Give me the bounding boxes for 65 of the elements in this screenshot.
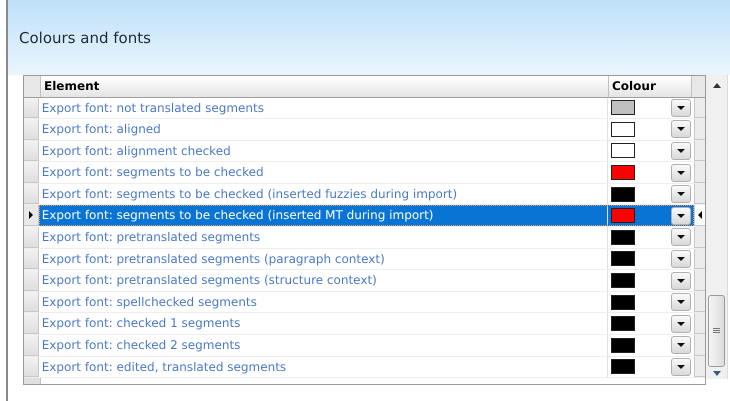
caret-icon	[676, 235, 685, 240]
dropdown-button[interactable]	[670, 272, 691, 290]
table-cell-text: Export font: pretranslated segments	[40, 229, 262, 246]
caret-icon	[676, 322, 685, 326]
dialog-title: Colours and fonts	[19, 28, 152, 49]
scrollbar[interactable]	[706, 74, 728, 378]
caret-icon	[676, 364, 685, 369]
dropdown-button[interactable]	[670, 336, 691, 354]
table-cell-text: Export font: pretranslated segments (structure context)	[40, 272, 378, 290]
grip-icon	[713, 328, 720, 334]
table-row[interactable]: Export font: pretranslated segments (structure context)	[38, 270, 694, 291]
caret-icon	[676, 300, 685, 304]
table-row[interactable]: Export font: pretranslated segments (paragraph context)	[38, 248, 694, 270]
row-header[interactable]	[694, 205, 705, 226]
caret-icon	[676, 256, 685, 261]
table-cell-text: Export font: segments to be checked	[40, 164, 265, 182]
dropdown-button[interactable]	[670, 250, 691, 268]
table-cell-text: Export font: checked 2 segments	[40, 337, 242, 354]
dropdown-button[interactable]	[670, 164, 691, 182]
table-row[interactable]: Export font: segments to be checked	[38, 162, 694, 183]
dropdown-button[interactable]	[670, 293, 691, 312]
table-row[interactable]: Export font: segments to be checked (inserted fuzzies during import)	[38, 184, 694, 204]
row-header[interactable]	[24, 205, 39, 226]
dropdown-button[interactable]	[670, 314, 691, 333]
dropdown-button[interactable]	[670, 98, 691, 117]
caret-icon	[676, 192, 685, 196]
scroll-up-icon[interactable]	[713, 82, 721, 88]
table-row[interactable]: Export font: checked 1 segments	[38, 313, 694, 334]
table-cell-text: Export font: segments to be checked (inserted fuzzies during import)	[40, 186, 458, 203]
column-header[interactable]: Element	[41, 76, 609, 96]
table-cell-text: Export font: pretranslated segments (paragraph context)	[40, 250, 386, 268]
table-row[interactable]: Export font: pretranslated segments	[38, 227, 694, 248]
caret-icon	[676, 127, 685, 132]
caret-icon	[676, 170, 685, 175]
dropdown-button[interactable]	[670, 206, 691, 225]
caret-icon	[676, 148, 685, 153]
dropdown-button[interactable]	[670, 142, 691, 160]
table-row[interactable]: Export font: aligned	[38, 119, 694, 140]
dropdown-button[interactable]	[670, 185, 691, 204]
table-row[interactable]: Export font: spellchecked segments	[38, 292, 694, 312]
table-cell-text: Export font: aligned	[40, 121, 162, 138]
dropdown-button[interactable]	[670, 358, 691, 376]
caret-icon	[676, 343, 685, 348]
table-cell-text: Export font: alignment checked	[40, 142, 232, 160]
current-row-icon	[698, 211, 702, 220]
table-row[interactable]: Export font: checked 2 segments	[38, 335, 694, 356]
table-cell-text: Export font: segments to be checked (inserted MT during import)	[40, 207, 434, 224]
table-cell-text: Export font: checked 1 segments	[40, 315, 242, 332]
table-row[interactable]: Export font: segments to be checked (inserted MT during import)	[38, 205, 694, 226]
table-cell-text: Export font: not translated segments	[40, 100, 265, 116]
table-row[interactable]: Export font: alignment checked	[38, 140, 694, 162]
scroll-down-icon[interactable]	[713, 370, 721, 376]
caret-icon	[676, 278, 685, 283]
current-row-icon	[28, 211, 33, 220]
caret-icon	[676, 106, 685, 110]
table-cell-text: Export font: edited, translated segments	[40, 358, 288, 376]
dropdown-button[interactable]	[670, 120, 691, 138]
table-row[interactable]: Export font: edited, translated segments	[38, 356, 694, 378]
table-cell-text: Export font: spellchecked segments	[40, 294, 258, 311]
header-filler	[692, 76, 705, 96]
table-row[interactable]: Export font: not translated segments	[38, 98, 694, 118]
caret-icon	[676, 214, 685, 218]
dropdown-button[interactable]	[670, 228, 691, 246]
scroll-thumb[interactable]	[708, 294, 725, 366]
row-header-corner	[24, 76, 41, 96]
